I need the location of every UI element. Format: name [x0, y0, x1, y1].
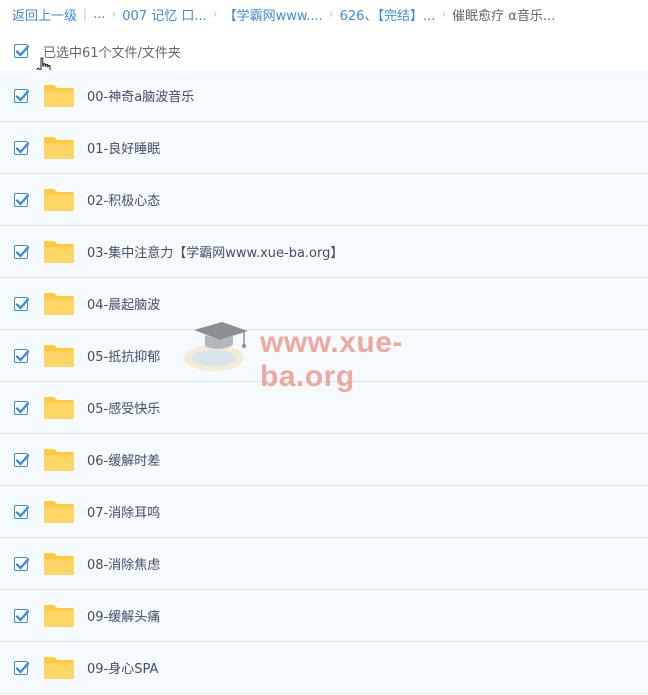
breadcrumb-separator: | — [83, 7, 88, 21]
file-name[interactable]: 02-积极心态 — [87, 190, 160, 209]
selection-count-label: 已选中61个文件/文件夹 — [43, 45, 181, 61]
file-row[interactable]: 07-消除耳鸣 — [0, 486, 648, 538]
breadcrumb-ellipsis[interactable]: ... — [93, 7, 105, 22]
file-row[interactable]: 09-身心SPA — [0, 642, 648, 694]
row-checkbox[interactable] — [14, 660, 30, 675]
row-checkbox[interactable] — [14, 140, 30, 155]
row-checkbox[interactable] — [14, 244, 30, 259]
file-row[interactable]: 04-晨起脑波 — [0, 278, 648, 330]
folder-icon — [44, 188, 74, 211]
row-checkbox[interactable] — [14, 400, 30, 415]
file-row[interactable]: 09-缓解头痛 — [0, 590, 648, 642]
row-checkbox[interactable] — [14, 608, 30, 623]
folder-icon — [44, 448, 74, 471]
row-checkbox[interactable] — [14, 348, 30, 363]
check-icon — [15, 349, 30, 361]
folder-icon — [44, 656, 74, 679]
row-checkbox[interactable] — [14, 192, 30, 207]
file-name[interactable]: 04-晨起脑波 — [87, 294, 160, 313]
breadcrumb-item-memory[interactable]: 007 记忆 口... — [122, 5, 206, 24]
folder-icon — [44, 604, 74, 627]
folder-icon — [44, 240, 74, 263]
check-icon — [15, 661, 30, 673]
folder-icon — [44, 552, 74, 575]
file-row[interactable]: 01-良好睡眠 — [0, 122, 648, 174]
folder-icon — [44, 344, 74, 367]
file-name[interactable]: 06-缓解时差 — [87, 450, 160, 469]
row-checkbox[interactable] — [14, 88, 30, 103]
file-name[interactable]: 08-消除焦虑 — [87, 554, 160, 573]
breadcrumb-current: 催眠愈疗 α音乐... — [452, 8, 556, 24]
breadcrumb-separator: › — [441, 7, 447, 21]
file-row[interactable]: 00-神奇a脑波音乐 — [0, 70, 648, 122]
breadcrumb-separator: › — [111, 7, 117, 21]
folder-icon — [44, 292, 74, 315]
row-checkbox[interactable] — [14, 452, 30, 467]
check-icon — [15, 297, 30, 309]
folder-icon — [44, 84, 74, 107]
folder-icon — [44, 136, 74, 159]
row-checkbox[interactable] — [14, 556, 30, 571]
folder-icon — [44, 396, 74, 419]
file-row[interactable]: 05-感受快乐 — [0, 382, 648, 434]
breadcrumb-separator: › — [328, 7, 334, 21]
file-name[interactable]: 07-消除耳鸣 — [87, 502, 160, 521]
breadcrumb-item-626[interactable]: 626、【完结】... — [340, 5, 436, 24]
file-list: 00-神奇a脑波音乐 01-良好睡眠 02-积极心态 03-集中注意力【学霸网www.… — [0, 70, 648, 694]
check-icon — [15, 141, 30, 153]
check-icon — [15, 453, 30, 465]
file-name[interactable]: 09-缓解头痛 — [87, 606, 160, 625]
selection-bar: 已选中61个文件/文件夹 — [0, 36, 648, 66]
file-row[interactable]: 06-缓解时差 — [0, 434, 648, 486]
row-checkbox[interactable] — [14, 504, 30, 519]
folder-icon — [44, 500, 74, 523]
file-row[interactable]: 08-消除焦虑 — [0, 538, 648, 590]
check-icon — [15, 609, 30, 621]
file-name[interactable]: 05-感受快乐 — [87, 398, 160, 417]
file-row[interactable]: 03-集中注意力【学霸网www.xue-ba.org】 — [0, 226, 648, 278]
breadcrumb-separator: › — [212, 7, 218, 21]
check-icon — [15, 557, 30, 569]
file-name[interactable]: 03-集中注意力【学霸网www.xue-ba.org】 — [87, 242, 343, 261]
check-icon — [15, 89, 30, 101]
check-icon — [15, 45, 30, 57]
check-icon — [15, 245, 30, 257]
file-row[interactable]: 05-抵抗抑郁 — [0, 330, 648, 382]
file-name[interactable]: 05-抵抗抑郁 — [87, 346, 160, 365]
file-row[interactable]: 02-积极心态 — [0, 174, 648, 226]
file-name[interactable]: 00-神奇a脑波音乐 — [87, 86, 194, 105]
select-all-checkbox[interactable] — [14, 44, 30, 58]
file-name[interactable]: 09-身心SPA — [87, 658, 158, 677]
row-checkbox[interactable] — [14, 296, 30, 311]
breadcrumb: 返回上一级 | ... › 007 记忆 口... › 【学霸网www.... … — [12, 4, 555, 24]
back-link[interactable]: 返回上一级 — [12, 5, 77, 24]
check-icon — [15, 193, 30, 205]
breadcrumb-item-xueba[interactable]: 【学霸网www.... — [224, 5, 323, 24]
check-icon — [15, 401, 30, 413]
file-name[interactable]: 01-良好睡眠 — [87, 138, 160, 157]
check-icon — [15, 505, 30, 517]
